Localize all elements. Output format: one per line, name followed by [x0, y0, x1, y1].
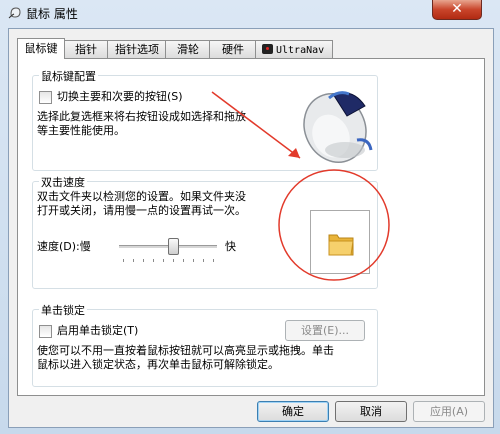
annotation-arrow — [211, 91, 301, 159]
mouse-properties-window: 鼠标 属性 ✕ 鼠标键 指针 指针选项 滑轮 硬件 UltraNav 鼠标键配置… — [0, 0, 500, 434]
tab-buttons[interactable]: 鼠标键 — [17, 38, 65, 59]
annotation-circle — [278, 169, 390, 281]
annotation-overlay — [211, 91, 390, 281]
